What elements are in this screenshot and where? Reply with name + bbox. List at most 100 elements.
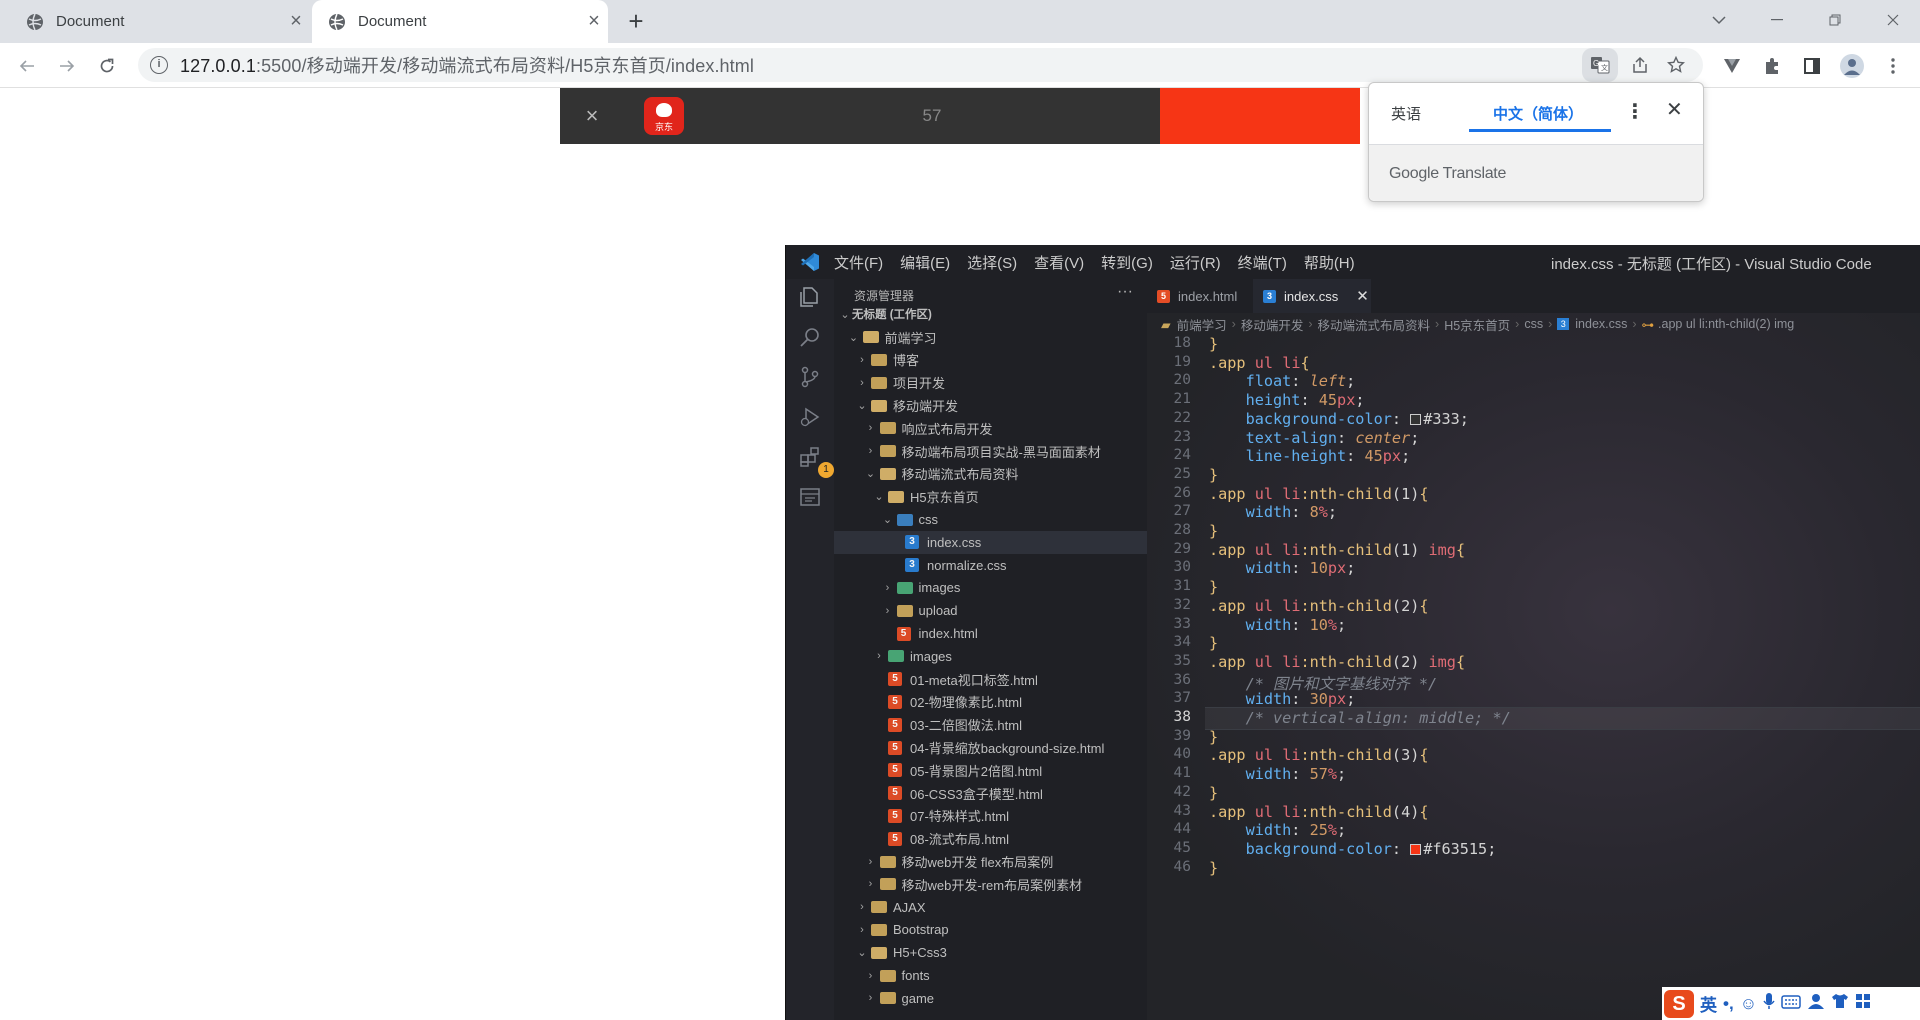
close-tab-icon[interactable]: ×	[580, 10, 608, 33]
code-line[interactable]: .app ul li{	[1209, 354, 1310, 372]
tree-item[interactable]: › AJAX	[834, 896, 1147, 919]
microphone-icon[interactable]	[1763, 992, 1775, 1015]
code-line[interactable]: .app ul li:nth-child(2){	[1209, 597, 1429, 615]
user-icon[interactable]	[1807, 993, 1825, 1014]
back-arrow-icon[interactable]	[12, 51, 42, 81]
menu-run[interactable]: 运行(R)	[1170, 252, 1221, 273]
tree-item[interactable]: 5 01-meta视口标签.html	[834, 668, 1147, 691]
tree-item[interactable]: › fonts	[834, 964, 1147, 987]
menu-file[interactable]: 文件(F)	[834, 252, 883, 273]
lang-tab-english[interactable]: 英语	[1391, 103, 1421, 124]
tree-item[interactable]: ⌄ 前端学习	[834, 326, 1147, 349]
code-line[interactable]: /* vertical-align: middle; */	[1209, 709, 1511, 727]
browser-tab-2[interactable]: Document ×	[312, 0, 608, 43]
more-options-icon[interactable]: ⋮	[1625, 99, 1645, 124]
profile-avatar[interactable]	[1837, 51, 1867, 81]
tree-item[interactable]: 5 06-CSS3盒子模型.html	[834, 782, 1147, 805]
bookmark-star-icon[interactable]	[1658, 48, 1694, 82]
tree-item[interactable]: 5 07-特殊样式.html	[834, 805, 1147, 828]
breadcrumb-item[interactable]: css	[1524, 317, 1543, 331]
code-line[interactable]: }	[1209, 784, 1218, 802]
share-icon[interactable]	[1622, 48, 1658, 82]
menu-selection[interactable]: 选择(S)	[967, 252, 1017, 273]
menu-kebab-icon[interactable]	[1878, 51, 1908, 81]
tree-item[interactable]: 5 index.html	[834, 622, 1147, 645]
extensions-icon[interactable]: 1	[796, 445, 834, 478]
ime-mode[interactable]: 英	[1700, 991, 1717, 1016]
code-line[interactable]: }	[1209, 466, 1218, 484]
code-line[interactable]: text-align: center;	[1209, 429, 1420, 447]
menu-view[interactable]: 查看(V)	[1034, 252, 1084, 273]
menu-go[interactable]: 转到(G)	[1101, 252, 1153, 273]
tree-item[interactable]: › upload	[834, 599, 1147, 622]
tree-item[interactable]: 5 05-背景图片2倍图.html	[834, 759, 1147, 782]
tree-item[interactable]: 5 03-二倍图做法.html	[834, 713, 1147, 736]
emoji-icon[interactable]: ☺	[1740, 994, 1757, 1014]
editor-tab-index-css[interactable]: 3 index.css ✕	[1253, 279, 1371, 313]
code-line[interactable]: background-color: #333;	[1209, 410, 1469, 428]
code-line[interactable]: width: 57%;	[1209, 765, 1347, 783]
address-bar[interactable]: i 127.0.0.1:5500/移动端开发/移动端流式布局资料/H5京东首页/…	[138, 48, 1703, 82]
code-line[interactable]: }	[1209, 728, 1218, 746]
tree-item[interactable]: › images	[834, 577, 1147, 600]
breadcrumb-item[interactable]: 移动端开发	[1241, 315, 1304, 334]
tree-item[interactable]: ⌄ 移动端流式布局资料	[834, 463, 1147, 486]
punctuation-icon[interactable]: •,	[1723, 994, 1734, 1014]
close-tab-icon[interactable]: ×	[282, 10, 310, 33]
code-line[interactable]: .app ul li:nth-child(2) img{	[1209, 653, 1465, 671]
tree-item[interactable]: ⌄ H5京东首页	[834, 485, 1147, 508]
explorer-icon[interactable]	[796, 285, 824, 313]
forward-arrow-icon[interactable]	[52, 51, 82, 81]
browser-tab-1[interactable]: Document ×	[10, 0, 310, 43]
tree-item[interactable]: 5 04-背景缩放background-size.html	[834, 736, 1147, 759]
close-bar-button[interactable]: ×	[560, 88, 624, 144]
editor-tab-index-html[interactable]: 5 index.html	[1147, 279, 1253, 313]
tree-item[interactable]: 5 08-流式布局.html	[834, 827, 1147, 850]
menu-help[interactable]: 帮助(H)	[1304, 252, 1355, 273]
code-line[interactable]: .app ul li:nth-child(4){	[1209, 803, 1429, 821]
code-line[interactable]: line-height: 45px;	[1209, 447, 1411, 465]
run-debug-icon[interactable]	[796, 405, 824, 433]
tree-item[interactable]: ⌄ 无标题 (工作区)	[834, 303, 1147, 326]
code-line[interactable]: .app ul li:nth-child(3){	[1209, 746, 1429, 764]
toolbox-grid-icon[interactable]	[1855, 993, 1871, 1014]
breadcrumb-item[interactable]: 移动端流式布局资料	[1318, 315, 1431, 334]
code-line[interactable]: }	[1209, 335, 1218, 353]
restore-button[interactable]	[1806, 0, 1864, 40]
source-control-icon[interactable]	[796, 365, 824, 393]
code-line[interactable]: width: 25%;	[1209, 821, 1347, 839]
remote-explorer-icon[interactable]	[796, 485, 824, 513]
menu-edit[interactable]: 编辑(E)	[900, 252, 950, 273]
tree-item[interactable]: › 博客	[834, 349, 1147, 372]
tree-item[interactable]: › 移动web开发 flex布局案例	[834, 850, 1147, 873]
tree-item[interactable]: › 移动web开发-rem布局案例素材	[834, 873, 1147, 896]
close-tab-icon[interactable]: ✕	[1356, 287, 1369, 305]
minimize-button[interactable]	[1748, 0, 1806, 40]
code-line[interactable]: .app ul li:nth-child(1){	[1209, 485, 1429, 503]
code-line[interactable]: float: left;	[1209, 372, 1356, 390]
tree-item[interactable]: › game	[834, 987, 1147, 1010]
code-line[interactable]: }	[1209, 578, 1218, 596]
extension-v-icon[interactable]	[1717, 51, 1747, 81]
code-line[interactable]: width: 30px;	[1209, 690, 1356, 708]
code-line[interactable]: height: 45px;	[1209, 391, 1365, 409]
code-line[interactable]: }	[1209, 634, 1218, 652]
tree-item[interactable]: › Bootstrap	[834, 919, 1147, 942]
close-icon[interactable]: ✕	[1666, 97, 1683, 122]
code-editor[interactable]: 18} 19 .app ul li{20 float: left; 21 height…	[1147, 335, 1920, 1020]
new-tab-button[interactable]: +	[620, 6, 652, 38]
breadcrumb-item[interactable]: index.css	[1575, 317, 1627, 331]
code-line[interactable]: }	[1209, 859, 1218, 877]
tree-item[interactable]: 3 normalize.css	[834, 554, 1147, 577]
breadcrumb-item[interactable]: H5京东首页	[1444, 315, 1510, 334]
sogou-logo-icon[interactable]: S	[1664, 989, 1694, 1018]
code-line[interactable]: width: 10px;	[1209, 559, 1356, 577]
tree-item[interactable]: › 移动端布局项目实战-黑马面面素材	[834, 440, 1147, 463]
tree-item[interactable]: 5 02-物理像素比.html	[834, 691, 1147, 714]
code-line[interactable]: width: 8%;	[1209, 503, 1337, 521]
site-info-icon[interactable]: i	[150, 56, 168, 74]
menu-terminal[interactable]: 终端(T)	[1238, 252, 1287, 273]
close-window-button[interactable]	[1864, 0, 1920, 40]
lang-tab-chinese[interactable]: 中文（简体）	[1493, 103, 1583, 124]
reload-icon[interactable]	[92, 51, 122, 81]
